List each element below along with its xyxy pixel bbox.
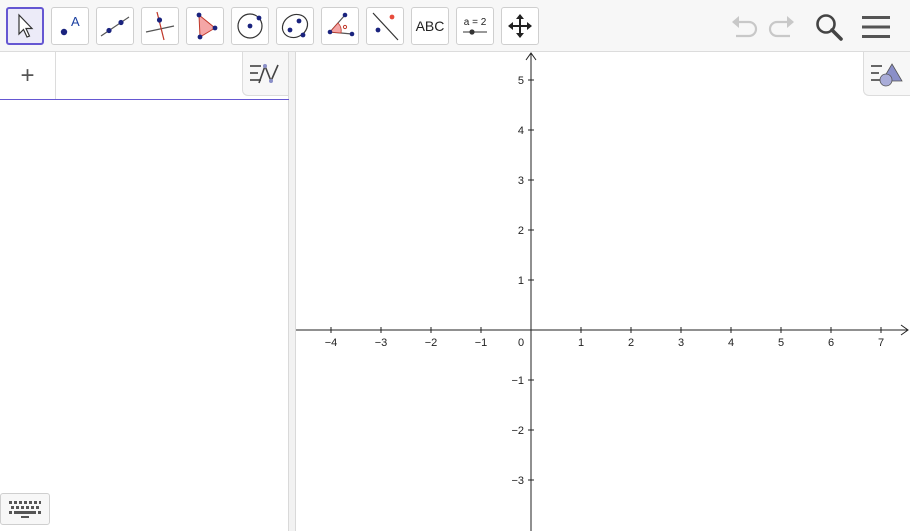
x-tick-label: 1 [578,337,584,349]
search-icon [816,14,843,41]
x-tick-label: −3 [375,337,388,349]
y-tick-label: 3 [518,175,524,187]
slider-icon-label: a = 2 [463,16,487,28]
text-tool-button[interactable]: ABC [411,7,449,45]
search-button[interactable] [811,9,847,45]
x-tick-label: −1 [475,337,488,349]
add-item-button[interactable]: + [0,52,56,99]
x-tick-label: −4 [325,337,338,349]
move-graphics-tool-button[interactable] [501,7,539,45]
algebra-style-bar-toggle[interactable] [242,52,288,96]
y-tick-label: −1 [511,375,524,387]
slider-tool-button[interactable]: a = 2 [456,7,494,45]
keyboard-icon [9,501,41,518]
x-tick-label: 4 [728,337,734,349]
polygon-tool-button[interactable] [186,7,224,45]
y-tick-label: 4 [518,125,524,137]
angle-tool-button[interactable] [321,7,359,45]
x-tick-label: 7 [878,337,884,349]
point-icon: A [60,14,80,36]
hamburger-menu-icon [862,16,890,38]
polygon-icon [196,12,218,40]
slider-track-icon [463,28,487,35]
undo-icon [732,16,758,38]
graphics-style-bar-icon [871,62,903,86]
line-through-points-icon [100,16,130,37]
redo-button[interactable] [764,9,800,45]
coordinate-axes: −4 −3 −2 −1 0 1 2 3 4 5 6 7 1 2 3 4 5 −1 −2 −3 [296,52,909,531]
angle-icon [327,12,355,37]
line-tool-button[interactable] [96,7,134,45]
reflect-tool-button[interactable] [366,7,404,45]
redo-icon [768,16,794,38]
arrow-cursor-icon [18,13,34,38]
graphics-style-bar-toggle[interactable] [863,52,910,96]
y-tick-label: −2 [511,425,524,437]
move-tool-button[interactable] [6,7,44,45]
x-tick-label: 0 [518,337,524,349]
graphics-view[interactable]: −4 −3 −2 −1 0 1 2 3 4 5 6 7 1 2 3 4 5 −1 −2 −3 [296,52,910,531]
y-tick-label: 2 [518,225,524,237]
toolbar: A ABC a = 2 [0,0,910,52]
perpendicular-line-icon [145,11,175,41]
plus-icon: + [20,61,35,89]
x-tick-label: 3 [678,337,684,349]
x-tick-label: −2 [425,337,438,349]
y-tick-label: 5 [518,75,524,87]
circle-center-point-icon [237,13,263,39]
y-tick-label: 1 [518,275,524,287]
perpendicular-line-tool-button[interactable] [141,7,179,45]
slider-icon: a = 2 [462,17,488,36]
virtual-keyboard-button[interactable] [0,493,50,525]
ellipse-icon [281,13,309,39]
ellipse-tool-button[interactable] [276,7,314,45]
reflect-about-line-icon [372,12,399,41]
svg-text:A: A [71,14,80,29]
algebra-style-bar-icon [249,63,279,83]
undo-button[interactable] [726,9,762,45]
x-tick-label: 2 [628,337,634,349]
y-tick-label: −3 [511,475,524,487]
algebra-view: + [0,52,289,531]
circle-tool-button[interactable] [231,7,269,45]
text-icon: ABC [415,18,445,34]
move-graphics-view-icon [508,14,532,38]
main-menu-button[interactable] [858,9,894,45]
x-tick-label: 6 [828,337,834,349]
point-tool-button[interactable]: A [51,7,89,45]
x-tick-label: 5 [778,337,784,349]
view-splitter[interactable] [289,52,296,531]
